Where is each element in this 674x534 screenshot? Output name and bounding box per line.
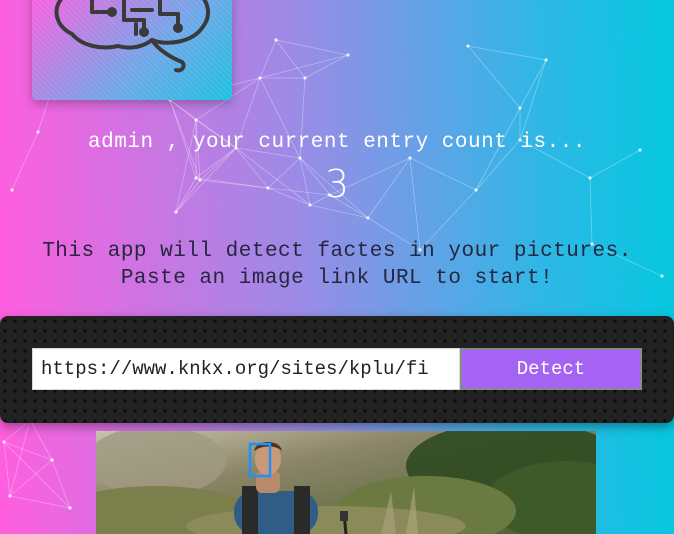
particle-link xyxy=(9,459,53,497)
particle-dot xyxy=(346,53,350,57)
particle-link xyxy=(9,495,71,509)
particle-link xyxy=(467,45,547,61)
particle-link xyxy=(3,441,11,497)
particle-dot xyxy=(366,216,370,220)
image-link-form: Detect xyxy=(0,316,674,423)
particle-link xyxy=(51,459,71,509)
result-image xyxy=(96,431,596,534)
particle-link xyxy=(275,39,349,56)
particle-link xyxy=(9,419,31,497)
particle-link xyxy=(29,419,53,461)
particle-dot xyxy=(50,458,54,462)
particle-link xyxy=(3,441,71,509)
image-url-input[interactable] xyxy=(32,348,460,390)
particle-dot xyxy=(2,440,6,444)
particle-dot xyxy=(68,506,72,510)
description-line-2: Paste an image link URL to start! xyxy=(120,267,554,290)
particle-dot xyxy=(303,76,307,80)
particle-link xyxy=(3,441,53,461)
particle-dot xyxy=(544,58,548,62)
detect-button[interactable]: Detect xyxy=(460,348,642,390)
particle-dot xyxy=(194,118,198,122)
particle-link xyxy=(259,39,277,79)
particle-dot xyxy=(408,156,412,160)
particle-link xyxy=(309,204,369,219)
entry-count-value: 3 xyxy=(324,162,350,206)
app-logo[interactable] xyxy=(32,0,232,100)
particle-dot xyxy=(174,210,178,214)
brain-circuit-icon xyxy=(54,0,210,73)
particle-dot xyxy=(466,44,470,48)
particle-link xyxy=(259,54,349,79)
particle-dot xyxy=(8,494,12,498)
result-photo-scene xyxy=(96,431,596,534)
particle-dot xyxy=(298,156,302,160)
entry-count-message: admin , your current entry count is... xyxy=(88,131,586,154)
particle-dot xyxy=(518,106,522,110)
particle-link xyxy=(467,45,521,109)
particle-dot xyxy=(258,76,262,80)
particle-link xyxy=(3,419,31,443)
particle-link xyxy=(304,54,349,79)
app-description: This app will detect factes in your pict… xyxy=(0,238,674,292)
description-line-1: This app will detect factes in your pict… xyxy=(42,240,632,263)
particle-dot xyxy=(274,38,278,42)
